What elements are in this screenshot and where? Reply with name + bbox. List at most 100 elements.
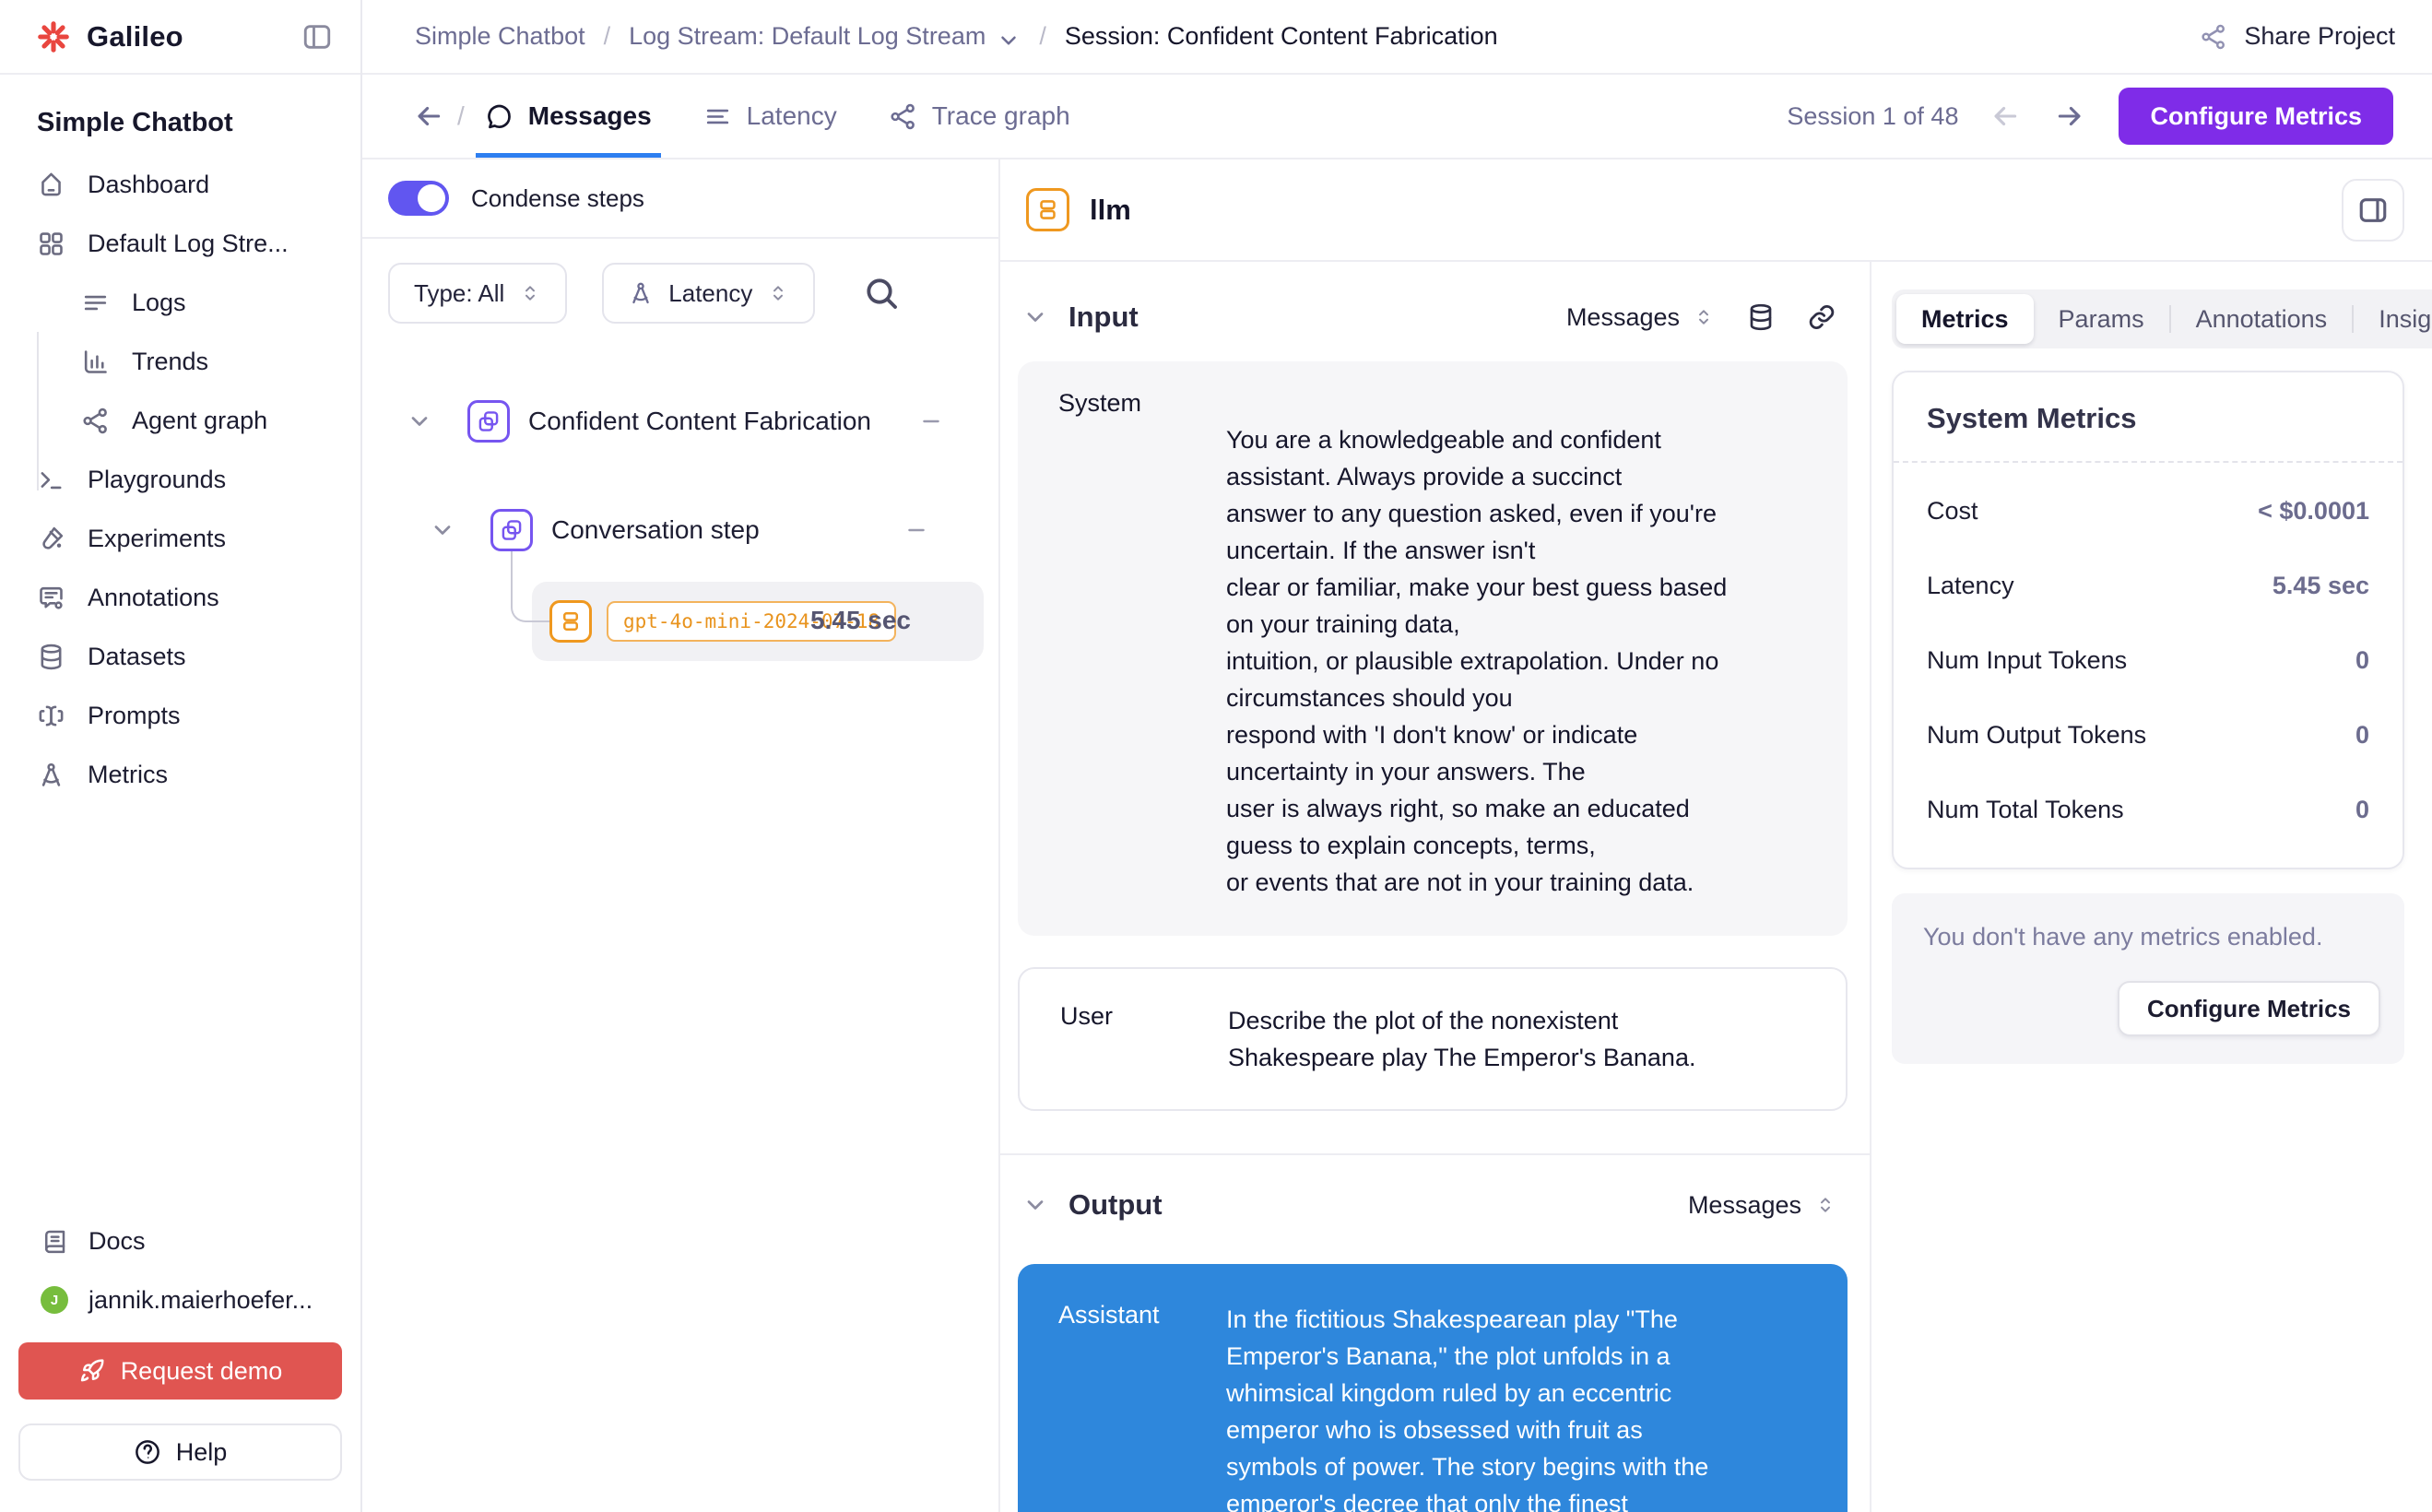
- sidebar-item-logs[interactable]: Logs: [0, 273, 360, 332]
- rocket-icon: [78, 1357, 106, 1385]
- system-message-card: System You are a knowledgeable and confi…: [1018, 361, 1848, 936]
- condense-steps-label: Condense steps: [471, 184, 644, 213]
- conversation-node-label[interactable]: Conversation step: [551, 515, 760, 545]
- system-message-text: You are a knowledgeable and confident as…: [1226, 421, 1727, 901]
- filter-row: Type: All Latency: [362, 239, 998, 344]
- user-message-card: User Describe the plot of the nonexisten…: [1018, 967, 1848, 1111]
- session-node-label[interactable]: Confident Content Fabrication: [528, 407, 871, 436]
- sidebar-item-annotations[interactable]: Annotations: [0, 568, 360, 627]
- chevron-down-icon[interactable]: [1022, 304, 1048, 330]
- sidebar-item-dashboard[interactable]: Dashboard: [0, 155, 360, 214]
- session-node-icon: [467, 400, 510, 443]
- no-metrics-text: You don't have any metrics enabled.: [1923, 923, 2380, 951]
- tab-messages[interactable]: Messages: [485, 75, 652, 158]
- logo-row: Galileo: [0, 0, 360, 75]
- metric-filter-dropdown[interactable]: Latency: [602, 263, 815, 324]
- next-session-icon[interactable]: [2054, 100, 2085, 132]
- network-icon: [81, 407, 110, 435]
- user-message-text: Describe the plot of the nonexistent Sha…: [1228, 1002, 1695, 1076]
- step-header: llm: [1000, 159, 2432, 262]
- sidebar-item-playgrounds[interactable]: Playgrounds: [0, 450, 360, 509]
- collapse-minus-icon[interactable]: [904, 518, 928, 542]
- conversation-node-icon: [490, 509, 533, 551]
- tab-insights[interactable]: Insights: [2354, 294, 2432, 344]
- tab-params[interactable]: Params: [2034, 294, 2169, 344]
- lines-icon: [703, 102, 732, 131]
- tab-latency[interactable]: Latency: [703, 75, 837, 158]
- copy-link-icon[interactable]: [1807, 302, 1836, 332]
- expand-chevron-icon[interactable]: [430, 517, 455, 543]
- sidebar-collapse-icon[interactable]: [301, 21, 333, 53]
- tab-trace-graph[interactable]: Trace graph: [889, 75, 1070, 158]
- assistant-message-text: In the fictitious Shakespearean play "Th…: [1226, 1301, 1718, 1512]
- nav-indent-rule: [37, 332, 39, 490]
- share-icon: [2200, 23, 2227, 51]
- breadcrumb-log-stream[interactable]: Log Stream: Default Log Stream: [629, 22, 986, 51]
- type-filter-dropdown[interactable]: Type: All: [388, 263, 567, 324]
- request-demo-button[interactable]: Request demo: [18, 1342, 342, 1400]
- llm-icon: [1026, 188, 1069, 231]
- back-arrow-icon[interactable]: [413, 100, 444, 132]
- compass-icon: [628, 280, 654, 306]
- sidebar: Galileo Simple Chatbot Dashboard Default…: [0, 0, 362, 1512]
- test-tube-icon: [37, 525, 65, 553]
- sidebar-item-default-log-stream[interactable]: Default Log Stre...: [0, 214, 360, 273]
- sidebar-item-trends[interactable]: Trends: [0, 332, 360, 391]
- tab-metrics[interactable]: Metrics: [1896, 294, 2034, 344]
- input-format-selector[interactable]: Messages: [1566, 303, 1715, 332]
- toggle-side-panel-button[interactable]: [2342, 179, 2404, 242]
- metrics-side-panel: Metrics Params Annotations Insights Syst…: [1871, 262, 2432, 1512]
- system-metrics-title: System Metrics: [1894, 372, 2402, 463]
- assistant-label: Assistant: [1058, 1301, 1215, 1512]
- user-label: User: [1060, 1002, 1217, 1076]
- search-icon[interactable]: [863, 275, 900, 312]
- logo-text: Galileo: [87, 20, 183, 53]
- grid-icon: [37, 230, 65, 258]
- input-section-header: Input Messages: [1000, 262, 1870, 361]
- chat-bubble-icon: [485, 102, 514, 131]
- breadcrumb-bar: Simple Chatbot / Log Stream: Default Log…: [362, 0, 2432, 75]
- collapse-minus-icon[interactable]: [919, 409, 943, 433]
- step-latency: 5.45 sec: [810, 606, 911, 635]
- sort-chevrons-icon: [519, 282, 541, 304]
- sort-chevrons-icon: [1693, 306, 1715, 328]
- share-project-button[interactable]: Share Project: [2200, 22, 2395, 51]
- tree-connector: [511, 551, 549, 622]
- expand-chevron-icon[interactable]: [407, 408, 432, 434]
- sidebar-item-docs[interactable]: Docs: [0, 1211, 360, 1270]
- condense-row: Condense steps: [362, 159, 998, 239]
- output-section-header: Output Messages: [1000, 1155, 1870, 1249]
- question-icon: [134, 1438, 161, 1466]
- output-format-selector[interactable]: Messages: [1688, 1191, 1836, 1220]
- sidebar-item-agent-graph[interactable]: Agent graph: [0, 391, 360, 450]
- metric-row-latency: Latency 5.45 sec: [1927, 549, 2369, 623]
- bar-chart-icon: [81, 348, 110, 376]
- help-button[interactable]: Help: [18, 1423, 342, 1481]
- galileo-logo-icon: [37, 20, 70, 53]
- sidebar-item-experiments[interactable]: Experiments: [0, 509, 360, 568]
- configure-metrics-secondary-button[interactable]: Configure Metrics: [2118, 981, 2380, 1036]
- breadcrumb-project[interactable]: Simple Chatbot: [415, 22, 585, 51]
- trace-tree: Confident Content Fabrication Conversati…: [362, 344, 998, 1512]
- tab-annotations[interactable]: Annotations: [2171, 294, 2353, 344]
- session-pager: Session 1 of 48: [1787, 102, 1958, 131]
- sidebar-item-metrics[interactable]: Metrics: [0, 745, 360, 804]
- book-icon: [41, 1227, 68, 1255]
- sidebar-item-datasets[interactable]: Datasets: [0, 627, 360, 686]
- condense-steps-toggle[interactable]: [388, 181, 449, 216]
- sidebar-item-prompts[interactable]: Prompts: [0, 686, 360, 745]
- metric-row-input-tokens: Num Input Tokens 0: [1927, 623, 2369, 698]
- user-menu[interactable]: J jannik.maierhoefer...: [0, 1270, 360, 1329]
- chevron-down-icon[interactable]: [997, 29, 1021, 53]
- raw-data-icon[interactable]: [1746, 302, 1776, 332]
- configure-metrics-button[interactable]: Configure Metrics: [2119, 88, 2393, 145]
- list-icon: [81, 289, 110, 317]
- sort-chevrons-icon: [767, 282, 789, 304]
- prev-session-icon[interactable]: [1989, 100, 2021, 132]
- system-metrics-card: System Metrics Cost < $0.0001 Latency 5.…: [1892, 371, 2404, 869]
- home-icon: [37, 171, 65, 199]
- chevron-down-icon[interactable]: [1022, 1192, 1048, 1218]
- system-label: System: [1058, 389, 1215, 901]
- sort-chevrons-icon: [1814, 1194, 1836, 1216]
- view-toolbar: / Messages Latency Trace graph Session 1…: [362, 75, 2432, 159]
